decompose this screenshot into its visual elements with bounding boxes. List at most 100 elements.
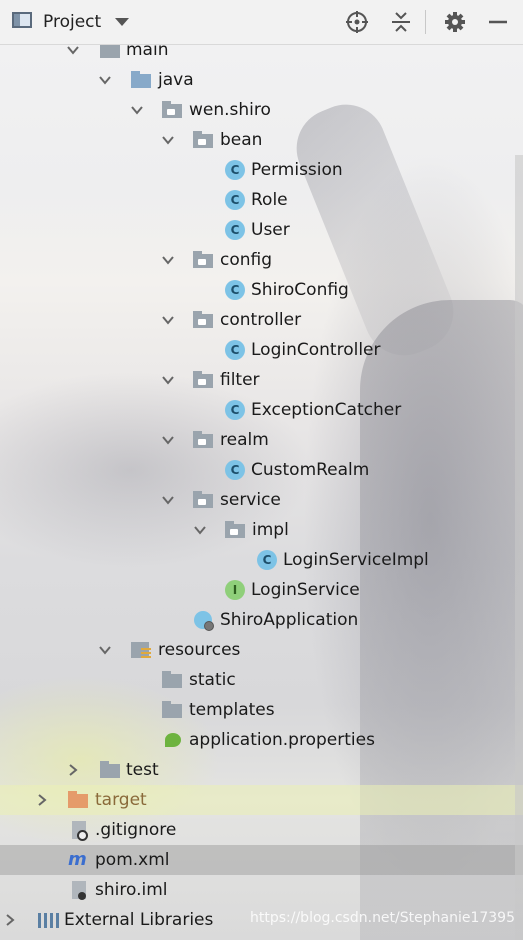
tree-node-loginserviceimpl[interactable]: C LoginServiceImpl [0,545,523,575]
iml-file-icon [69,880,89,900]
tree-node-label: application.properties [189,730,375,750]
tree-node-static[interactable]: static [0,665,523,695]
libraries-icon [37,910,57,930]
chevron-down-icon[interactable] [161,433,175,447]
spring-boot-app-icon [194,610,214,631]
tree-node-controller[interactable]: controller [0,305,523,335]
tree-node-label: target [95,790,147,810]
tree-node-permission[interactable]: C Permission [0,155,523,185]
minimize-icon[interactable] [486,10,510,34]
tree-node-test[interactable]: test [0,755,523,785]
tree-node-label: LoginServiceImpl [283,550,429,570]
tree-node-label: External Libraries [64,910,214,930]
chevron-right-icon[interactable] [3,913,17,927]
folder-icon [162,670,182,690]
tree-node-label: LoginController [251,340,381,360]
chevron-down-icon[interactable] [161,373,175,387]
class-icon: C [225,160,245,180]
locate-icon[interactable] [345,10,369,34]
source-folder-icon [131,70,151,90]
resources-folder-icon [131,640,151,660]
chevron-down-icon[interactable] [161,133,175,147]
package-icon [193,130,213,150]
vertical-scrollbar[interactable] [515,155,523,940]
tree-node-label: Role [251,190,288,210]
tree-node-service[interactable]: service [0,485,523,515]
maven-file-icon: m [68,849,87,870]
class-icon: C [257,550,277,570]
class-icon: C [225,190,245,210]
class-icon: C [225,400,245,420]
tree-node-customrealm[interactable]: C CustomRealm [0,455,523,485]
tree-node-label: filter [220,370,260,390]
class-icon: C [225,220,245,240]
tree-node-pom-xml[interactable]: m pom.xml [0,845,523,875]
package-icon [193,370,213,390]
gear-icon[interactable] [443,10,467,34]
tree-node-gitignore[interactable]: .gitignore [0,815,523,845]
chevron-right-icon[interactable] [35,793,49,807]
chevron-down-icon[interactable] [98,73,112,87]
tree-node-impl[interactable]: impl [0,515,523,545]
tree-node-shiroconfig[interactable]: C ShiroConfig [0,275,523,305]
tree-node-realm[interactable]: realm [0,425,523,455]
panel-title[interactable]: Project [43,12,101,32]
class-icon: C [225,280,245,300]
package-icon [193,250,213,270]
excluded-folder-icon [68,790,88,810]
chevron-down-icon[interactable] [161,253,175,267]
tree-node-loginservice[interactable]: I LoginService [0,575,523,605]
tree-node-label: shiro.iml [95,880,168,900]
tree-node-label: realm [220,430,269,450]
chevron-right-icon[interactable] [66,763,80,777]
tree-node-label: pom.xml [95,850,170,870]
package-icon [162,100,182,120]
project-tree: main java wen.shiro bean C Permission C … [0,0,523,940]
tree-node-label: ShiroApplication [220,610,359,630]
tree-node-label: bean [220,130,263,150]
tree-node-exceptioncatcher[interactable]: C ExceptionCatcher [0,395,523,425]
package-icon [225,520,245,540]
tree-node-wen-shiro[interactable]: wen.shiro [0,95,523,125]
spring-properties-icon [163,730,183,750]
tree-node-shiroapplication[interactable]: ShiroApplication [0,605,523,635]
package-icon [193,310,213,330]
chevron-down-icon[interactable] [161,313,175,327]
tree-node-resources[interactable]: resources [0,635,523,665]
tree-node-label: templates [189,700,275,720]
tree-node-role[interactable]: C Role [0,185,523,215]
class-icon: C [225,460,245,480]
chevron-down-icon[interactable] [98,643,112,657]
tree-node-label: .gitignore [95,820,177,840]
tree-node-label: resources [158,640,241,660]
chevron-down-icon[interactable] [193,523,207,537]
tree-node-label: Permission [251,160,343,180]
interface-icon: I [225,580,245,600]
tree-node-templates[interactable]: templates [0,695,523,725]
tree-node-label: controller [220,310,302,330]
tree-node-shiro-iml[interactable]: shiro.iml [0,875,523,905]
tree-node-filter[interactable]: filter [0,365,523,395]
tree-node-label: CustomRealm [251,460,370,480]
chevron-down-icon[interactable] [161,493,175,507]
tree-node-label: config [220,250,273,270]
gitignore-file-icon [69,820,89,841]
tree-node-label: impl [252,520,289,540]
chevron-down-icon[interactable] [115,18,129,26]
tree-node-label: ExceptionCatcher [251,400,402,420]
collapse-all-icon[interactable] [389,10,413,34]
package-icon [193,490,213,510]
tree-node-user[interactable]: C User [0,215,523,245]
chevron-down-icon[interactable] [130,103,144,117]
tree-node-bean[interactable]: bean [0,125,523,155]
chevron-down-icon[interactable] [66,43,80,57]
tree-node-java[interactable]: java [0,65,523,95]
tree-node-application-properties[interactable]: application.properties [0,725,523,755]
folder-icon [162,700,182,720]
project-panel-header: Project [0,0,523,45]
tree-node-config[interactable]: config [0,245,523,275]
tree-node-label: java [158,70,194,90]
tree-node-target[interactable]: target [0,785,523,815]
tree-node-label: service [220,490,281,510]
tree-node-logincontroller[interactable]: C LoginController [0,335,523,365]
